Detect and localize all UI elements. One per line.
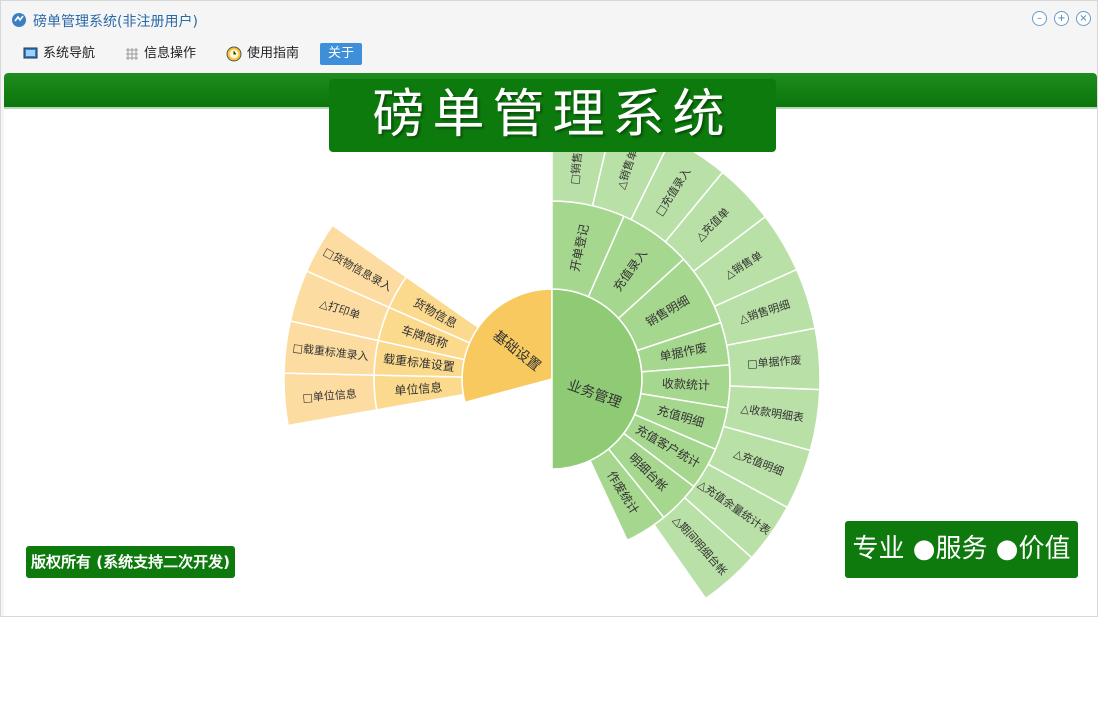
system-title-banner: 磅单管理系统 — [329, 79, 776, 152]
menu-user-guide[interactable]: 使用指南 — [226, 43, 299, 65]
slogan-label: 专业 ●服务 ●价值 — [845, 521, 1078, 578]
close-icon[interactable]: × — [1076, 11, 1091, 26]
outer-item-0[interactable]: □单位信息 — [283, 372, 378, 427]
mid-item-8-label: 收款统计 — [662, 377, 711, 393]
window-title: 磅单管理系统(非注册用户) — [33, 14, 198, 30]
restore-icon[interactable]: + — [1054, 11, 1069, 26]
main-content: 基础设置 业务管理 单位信息 载重标准设置 车牌简称 货物信息 开单登记 充值录入 销售明细 单据… — [4, 73, 1097, 616]
minimize-icon[interactable]: – — [1032, 11, 1047, 26]
menu-label: 信息操作 — [144, 46, 197, 61]
menu-label: 系统导航 — [43, 46, 96, 61]
grid-icon — [126, 47, 138, 60]
title-bar: 磅单管理系统(非注册用户) – + × — [1, 1, 1097, 39]
copyright-label: 版权所有 (系统支持二次开发) — [26, 546, 235, 578]
menu-about[interactable]: 关于 — [320, 43, 363, 65]
menu-label: 关于 — [328, 46, 355, 61]
clock-icon — [226, 46, 242, 61]
app-logo-icon — [12, 13, 26, 27]
menu-system-nav[interactable]: 系统导航 — [23, 43, 95, 65]
center-basic-settings[interactable]: 基础设置 — [461, 288, 553, 404]
menu-label: 使用指南 — [247, 46, 300, 61]
app-window: 磅单管理系统(非注册用户) – + × 系统导航 信息操作 使用指南 关于 基础… — [0, 0, 1098, 617]
mid-item-0[interactable]: 单位信息 — [373, 374, 465, 411]
menu-info-ops[interactable]: 信息操作 — [125, 43, 196, 65]
monitor-icon — [23, 47, 38, 59]
